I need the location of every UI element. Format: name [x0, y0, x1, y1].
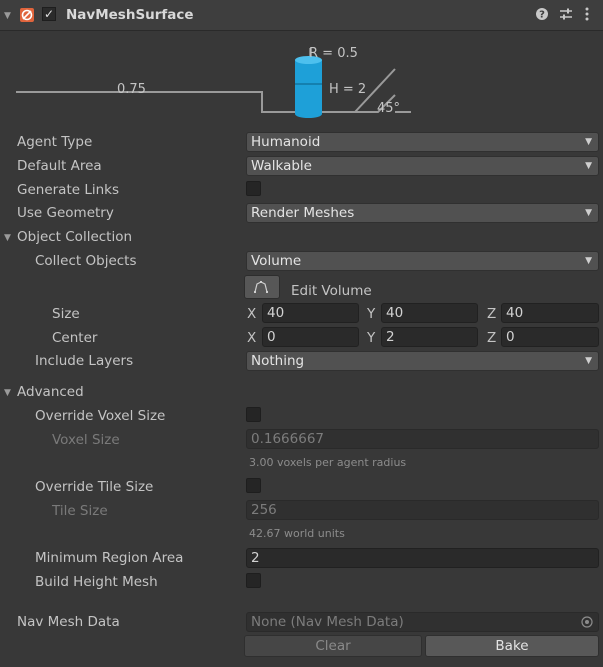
nav-mesh-data-field[interactable]: None (Nav Mesh Data): [246, 612, 599, 632]
size-y-field[interactable]: 40: [381, 303, 478, 323]
svg-text:?: ?: [539, 10, 545, 21]
default-area-dropdown[interactable]: Walkable ▼: [246, 156, 599, 176]
component-enabled-checkbox[interactable]: ✓: [42, 7, 56, 21]
object-collection-foldout[interactable]: Object Collection: [17, 229, 132, 245]
override-tile-size-label: Override Tile Size: [35, 479, 154, 495]
dropdown-arrow-icon: ▼: [585, 256, 592, 266]
size-x-axis-label: X: [247, 306, 257, 322]
center-x-axis-label: X: [247, 330, 257, 346]
default-area-label: Default Area: [17, 158, 102, 174]
tile-size-help: 42.67 world units: [249, 527, 345, 540]
dropdown-arrow-icon: ▼: [585, 208, 592, 218]
default-area-value: Walkable: [251, 158, 312, 174]
voxel-size-label: Voxel Size: [52, 432, 120, 448]
component-header: ▼ ✓ NavMeshSurface ?: [0, 0, 603, 31]
collect-objects-value: Volume: [251, 253, 302, 269]
agent-diagram: R = 0.5 H = 2 0.75 45°: [16, 46, 411, 118]
foldout-arrow-icon[interactable]: ▼: [4, 11, 11, 21]
bake-button[interactable]: Bake: [425, 635, 599, 657]
dropdown-arrow-icon: ▼: [585, 356, 592, 366]
tile-size-field[interactable]: 256: [246, 500, 599, 520]
include-layers-label: Include Layers: [35, 353, 134, 369]
diagram-height-label: H = 2: [329, 82, 366, 97]
center-y-axis-label: Y: [367, 330, 376, 346]
help-icon[interactable]: ?: [535, 7, 549, 21]
edit-volume-label: Edit Volume: [291, 283, 372, 299]
minimum-region-area-field[interactable]: 2: [246, 548, 599, 568]
dropdown-arrow-icon: ▼: [585, 137, 592, 147]
navmesh-component-icon: [20, 8, 34, 22]
agent-type-value: Humanoid: [251, 134, 321, 150]
collect-objects-label: Collect Objects: [35, 253, 137, 269]
generate-links-label: Generate Links: [17, 182, 120, 198]
advanced-foldout[interactable]: Advanced: [17, 384, 84, 400]
override-voxel-size-label: Override Voxel Size: [35, 408, 166, 424]
override-tile-size-checkbox[interactable]: [246, 478, 261, 493]
use-geometry-value: Render Meshes: [251, 205, 355, 221]
clear-button[interactable]: Clear: [244, 635, 422, 657]
diagram-radius-label: R = 0.5: [309, 46, 358, 61]
use-geometry-label: Use Geometry: [17, 205, 114, 221]
size-z-field[interactable]: 40: [501, 303, 599, 323]
center-label: Center: [52, 330, 98, 346]
collect-objects-dropdown[interactable]: Volume ▼: [246, 251, 599, 271]
include-layers-dropdown[interactable]: Nothing ▼: [246, 351, 599, 371]
foldout-arrow-icon[interactable]: ▼: [4, 233, 11, 243]
agent-type-label: Agent Type: [17, 134, 93, 150]
checkmark-icon: ✓: [43, 7, 55, 21]
object-picker-icon[interactable]: [581, 616, 593, 628]
voxel-size-help: 3.00 voxels per agent radius: [249, 456, 407, 469]
size-label: Size: [52, 306, 80, 322]
agent-type-dropdown[interactable]: Humanoid ▼: [246, 132, 599, 152]
build-height-mesh-checkbox[interactable]: [246, 573, 261, 588]
size-z-axis-label: Z: [487, 306, 497, 322]
foldout-arrow-icon[interactable]: ▼: [4, 388, 11, 398]
size-x-field[interactable]: 40: [262, 303, 359, 323]
include-layers-value: Nothing: [251, 353, 305, 369]
tile-size-label: Tile Size: [52, 503, 108, 519]
center-x-field[interactable]: 0: [262, 327, 359, 347]
diagram-step-label: 0.75: [117, 82, 146, 97]
diagram-slope-label: 45°: [377, 101, 400, 116]
minimum-region-area-label: Minimum Region Area: [35, 550, 184, 566]
override-voxel-size-checkbox[interactable]: [246, 407, 261, 422]
center-z-axis-label: Z: [487, 330, 497, 346]
center-z-field[interactable]: 0: [501, 327, 599, 347]
edit-volume-icon: [254, 281, 268, 293]
agent-cylinder: [295, 56, 322, 118]
nav-mesh-data-value: None (Nav Mesh Data): [251, 614, 404, 630]
presets-icon[interactable]: [559, 7, 573, 21]
center-y-field[interactable]: 2: [381, 327, 478, 347]
use-geometry-dropdown[interactable]: Render Meshes ▼: [246, 203, 599, 223]
voxel-size-field[interactable]: 0.1666667: [246, 429, 599, 449]
menu-kebab-icon[interactable]: [584, 7, 590, 21]
build-height-mesh-label: Build Height Mesh: [35, 574, 158, 590]
dropdown-arrow-icon: ▼: [585, 161, 592, 171]
edit-volume-button[interactable]: [244, 275, 280, 299]
component-title: NavMeshSurface: [66, 7, 194, 23]
nav-mesh-data-label: Nav Mesh Data: [17, 614, 120, 630]
generate-links-checkbox[interactable]: [246, 181, 261, 196]
size-y-axis-label: Y: [367, 306, 376, 322]
